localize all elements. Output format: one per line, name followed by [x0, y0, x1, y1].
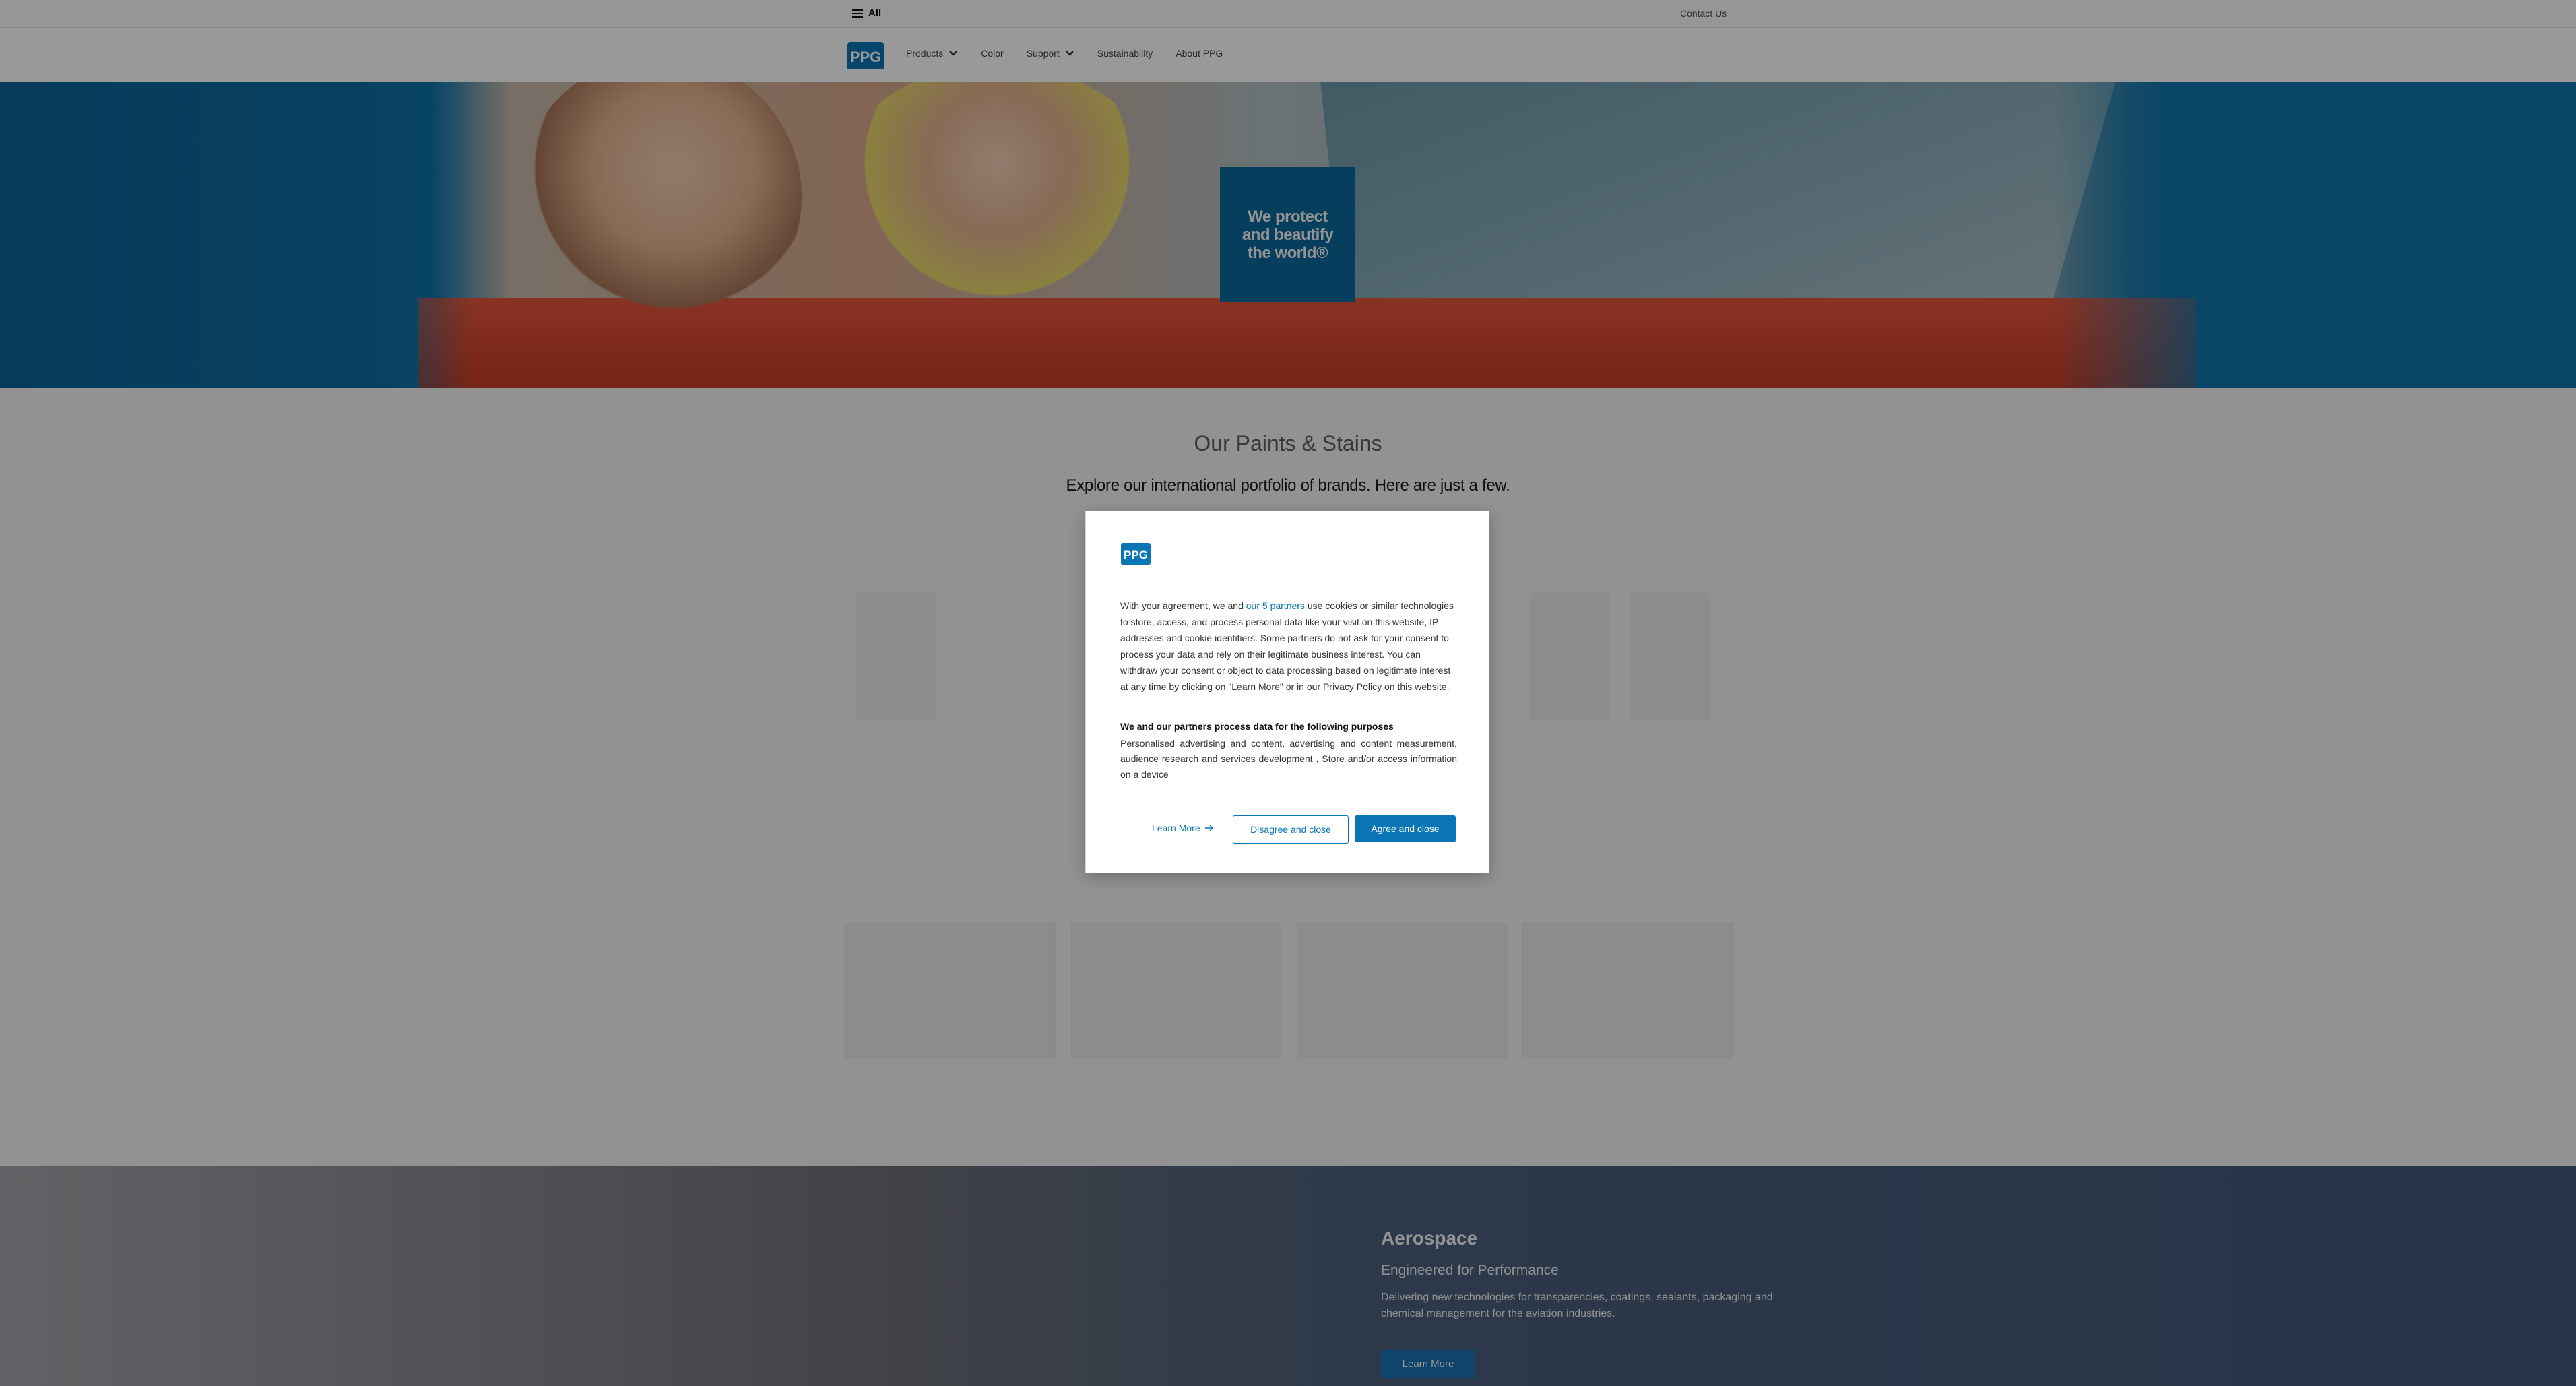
learn-more-label: Learn More	[1152, 823, 1200, 833]
ppg-logo: PPG	[1121, 543, 1151, 565]
purposes-heading: We and our partners process data for the…	[1120, 721, 1394, 732]
cookie-consent-dialog: PPG With your agreement, we and our 5 pa…	[1086, 511, 1489, 873]
consent-body-text: With your agreement, we and our 5 partne…	[1120, 598, 1457, 695]
purposes-text: Personalised advertising and content, ad…	[1120, 738, 1457, 780]
agree-button[interactable]: Agree and close	[1355, 815, 1456, 842]
disagree-button[interactable]: Disagree and close	[1233, 815, 1349, 844]
consent-body-prefix: With your agreement, we and	[1120, 600, 1246, 611]
ppg-logo-text: PPG	[1124, 548, 1148, 561]
partners-link[interactable]: our 5 partners	[1246, 600, 1305, 611]
arrow-right-icon	[1204, 825, 1213, 831]
consent-body-suffix: use cookies or similar technologies to s…	[1120, 600, 1454, 692]
learn-more-link[interactable]: Learn More	[1152, 823, 1214, 833]
